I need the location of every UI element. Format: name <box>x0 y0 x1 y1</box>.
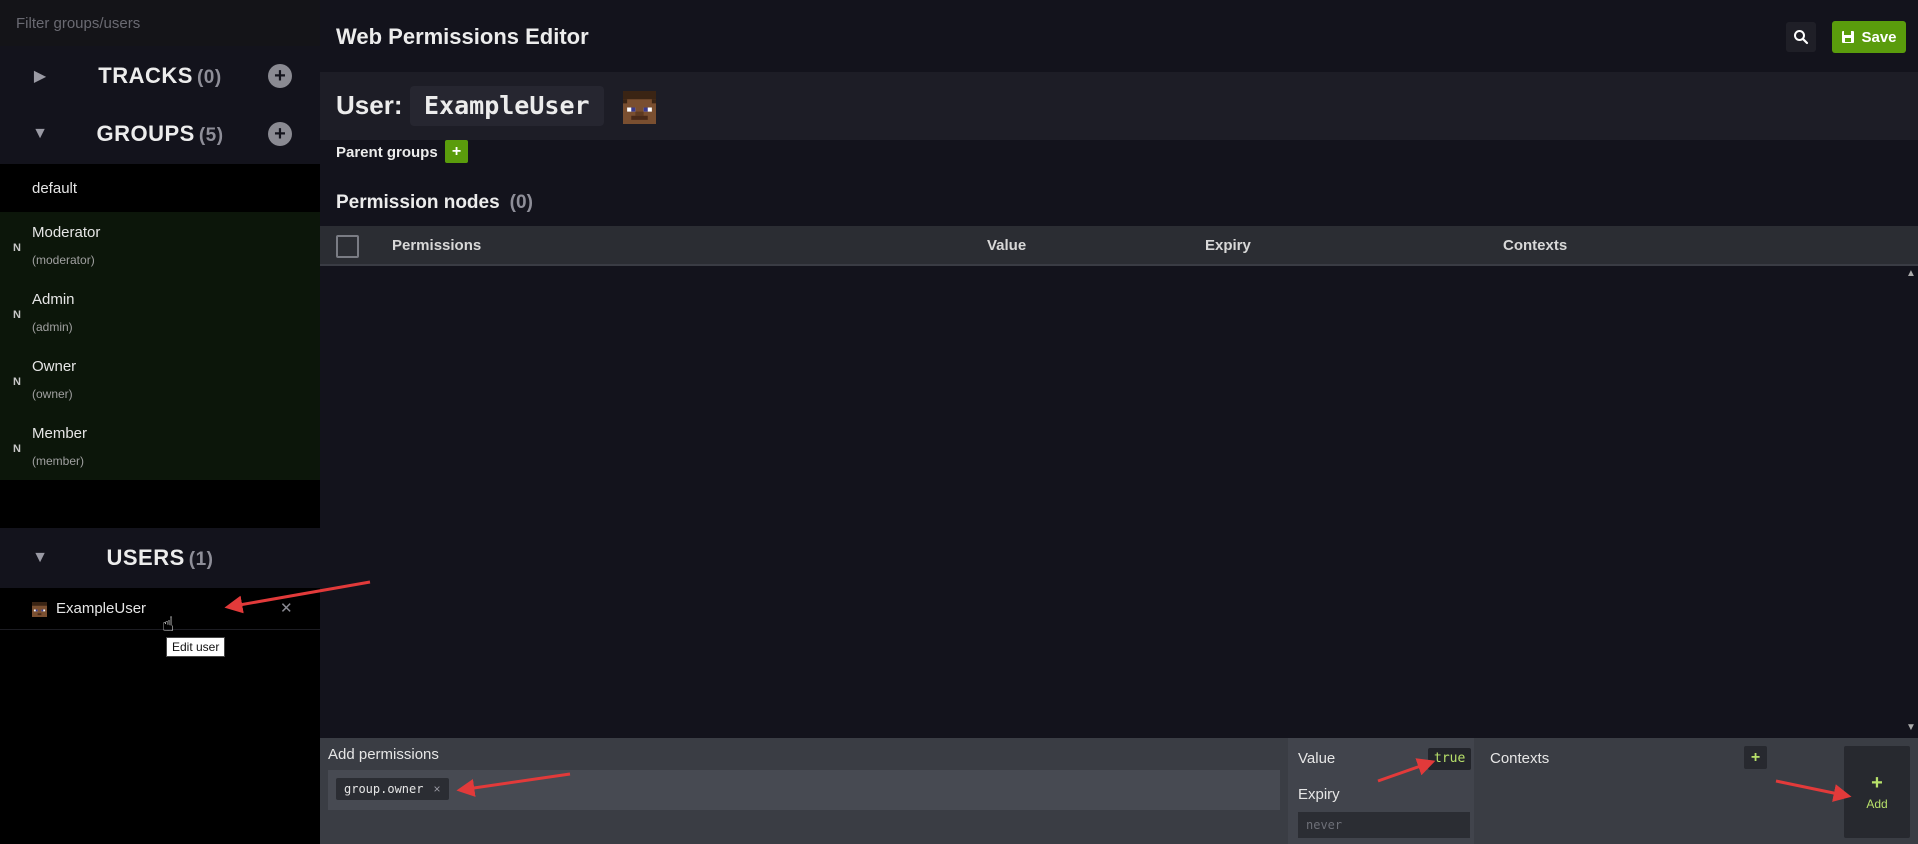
group-id: (member) <box>32 454 85 468</box>
group-name: Moderator <box>32 224 101 241</box>
group-list: default N Moderator (moderator) N Admin … <box>0 164 320 480</box>
permission-nodes-title: Permission nodes (0) <box>336 192 533 213</box>
remove-user-close-icon[interactable]: ✕ <box>280 599 293 617</box>
permission-chip[interactable]: group.owner × <box>336 778 449 800</box>
group-badge: N <box>13 309 21 321</box>
group-item-member[interactable]: N Member (member) <box>0 413 320 480</box>
filter-groups-users-input[interactable] <box>0 0 320 46</box>
column-value[interactable]: Value <box>987 237 1026 254</box>
plus-icon: + <box>1871 772 1883 794</box>
add-button-label: Add <box>1866 797 1888 811</box>
chip-remove-close-icon[interactable]: × <box>433 782 440 796</box>
tracks-section-header[interactable]: ▶ TRACKS (0) + <box>0 46 320 106</box>
search-icon <box>1794 30 1809 45</box>
group-name: default <box>32 179 78 197</box>
save-button[interactable]: Save <box>1832 21 1906 53</box>
top-bar: Web Permissions Editor Save <box>320 0 1918 72</box>
permission-nodes-count: (0) <box>509 192 533 213</box>
floppy-disk-icon <box>1842 31 1855 43</box>
column-expiry[interactable]: Expiry <box>1205 237 1251 254</box>
add-permission-button[interactable]: + Add <box>1844 746 1910 838</box>
scroll-up-arrow-icon[interactable]: ▲ <box>1904 268 1918 282</box>
main-panel: Web Permissions Editor Save User: Exampl… <box>320 0 1918 844</box>
hand-pointer-cursor-icon: ☝ <box>162 614 175 636</box>
group-badge: N <box>13 376 21 388</box>
search-button[interactable] <box>1786 22 1816 52</box>
group-id: (moderator) <box>32 253 95 267</box>
add-group-plus-icon[interactable]: + <box>268 122 292 146</box>
permissions-table-header: Permissions Value Expiry Contexts <box>320 226 1918 266</box>
select-all-checkbox[interactable] <box>336 235 359 258</box>
group-badge: N <box>13 242 21 254</box>
group-item-moderator[interactable]: N Moderator (moderator) <box>0 212 320 279</box>
sidebar: ▶ TRACKS(0) + ▼ GROUPS(5) + default N Mo… <box>0 0 320 844</box>
username-display: ExampleUser <box>410 86 604 126</box>
user-label: User: <box>336 90 403 120</box>
parent-groups-label: Parent groups <box>336 144 438 161</box>
user-name: ExampleUser <box>56 600 147 617</box>
groups-count: (5) <box>198 125 224 146</box>
permissions-table-body <box>320 266 1918 738</box>
edit-user-tooltip: Edit user <box>166 637 226 657</box>
save-button-label: Save <box>1861 28 1897 46</box>
value-label: Value <box>1298 750 1336 767</box>
group-badge: N <box>13 443 21 455</box>
column-permissions[interactable]: Permissions <box>392 237 481 254</box>
group-item-owner[interactable]: N Owner (owner) <box>0 346 320 413</box>
expiry-input[interactable] <box>1298 812 1470 838</box>
group-item-default[interactable]: default <box>0 164 320 212</box>
users-section-header[interactable]: ▼ USERS (1) <box>0 528 320 588</box>
contexts-label: Contexts <box>1490 750 1550 767</box>
value-toggle[interactable]: true <box>1428 748 1472 770</box>
users-count: (1) <box>188 549 214 570</box>
groups-section-header[interactable]: ▼ GROUPS (5) + <box>0 104 320 164</box>
add-track-plus-icon[interactable]: + <box>268 64 292 88</box>
permission-chip-text: group.owner <box>344 782 424 796</box>
scroll-down-arrow-icon[interactable]: ▼ <box>1904 722 1918 736</box>
add-permissions-label: Add permissions <box>328 746 439 763</box>
user-skin-head-icon <box>623 91 656 124</box>
group-id: (owner) <box>32 387 73 401</box>
add-context-button[interactable]: + <box>1744 746 1767 769</box>
group-id: (admin) <box>32 320 73 334</box>
permission-input-field[interactable] <box>328 770 1280 810</box>
column-contexts[interactable]: Contexts <box>1503 237 1567 254</box>
group-name: Member <box>32 425 88 442</box>
table-scrollbar[interactable]: ▲ ▼ <box>1904 266 1918 738</box>
weighted-groups: N Moderator (moderator) N Admin (admin) … <box>0 212 320 480</box>
users-title: USERS (1) <box>106 545 214 570</box>
user-header: User: ExampleUser <box>320 72 1918 140</box>
group-name: Owner <box>32 358 77 375</box>
user-avatar-icon <box>32 602 47 617</box>
group-item-admin[interactable]: N Admin (admin) <box>0 279 320 346</box>
user-item-exampleuser[interactable]: ExampleUser ✕ <box>0 590 320 630</box>
add-parent-group-button[interactable]: + <box>445 140 468 163</box>
tracks-count: (0) <box>196 67 222 88</box>
group-name: Admin <box>32 291 75 308</box>
expiry-label: Expiry <box>1298 786 1340 803</box>
app-title: Web Permissions Editor <box>336 24 589 49</box>
